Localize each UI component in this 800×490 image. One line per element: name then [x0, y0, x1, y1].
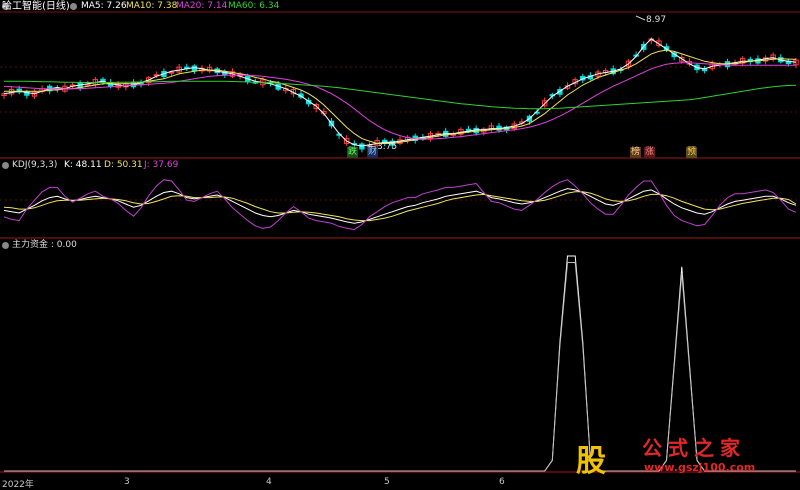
candle-body [168, 71, 175, 74]
kdj-line-d [3, 191, 797, 222]
candle-body [701, 68, 708, 72]
low-price-label: 3.75 [377, 142, 398, 152]
watermark-url: www.gszj100.com [644, 461, 756, 474]
tag-die[interactable]: 跌 [347, 147, 358, 158]
stock-chart [0, 11, 800, 473]
kdj-d-label: D: 50.31 [104, 160, 143, 170]
x-tick-3: 3 [124, 477, 130, 487]
tag-zhang[interactable]: 涨 [644, 147, 655, 158]
kdj-j-label: J: 37.69 [144, 160, 179, 170]
x-tick-6: 6 [499, 477, 505, 487]
flow-label: 主力资金 : 0.00 [12, 240, 77, 250]
kdj-name: KDJ(9,3,3) [12, 160, 58, 170]
settings-icon[interactable] [70, 3, 77, 10]
kdj-lines [3, 179, 797, 231]
watermark: 股 公式之家 www.gszj100.com [556, 428, 786, 480]
watermark-logo: 股 [576, 444, 606, 479]
x-tick-4: 4 [266, 477, 272, 487]
chart-title: 哈工智能(日线) [2, 1, 70, 12]
ma20-label: MA20: 7.14 [176, 1, 228, 11]
tag-bang[interactable]: 榜 [630, 147, 641, 158]
ma10-label: MA10: 7.38 [126, 1, 178, 11]
flow-collapse-icon[interactable] [2, 242, 9, 249]
ma-line-ma5 [3, 38, 797, 147]
moving-average-lines [3, 38, 797, 147]
tag-yu[interactable]: 预 [686, 147, 697, 158]
kdj-line-j [3, 179, 797, 231]
ma5-label: MA5: 7.26 [81, 1, 127, 11]
ma60-label: MA60: 6.34 [228, 1, 280, 11]
kdj-collapse-icon[interactable] [2, 162, 9, 169]
high-marker-line [635, 15, 646, 21]
tag-cai[interactable]: 财 [367, 147, 378, 158]
ma-line-ma10 [4, 49, 797, 144]
high-price-label: 8.97 [646, 15, 667, 25]
x-tick-year: 2022年 [2, 480, 34, 490]
x-tick-5: 5 [384, 477, 390, 487]
kdj-k-label: K: 48.11 [64, 160, 102, 170]
watermark-title: 公式之家 [642, 436, 746, 460]
